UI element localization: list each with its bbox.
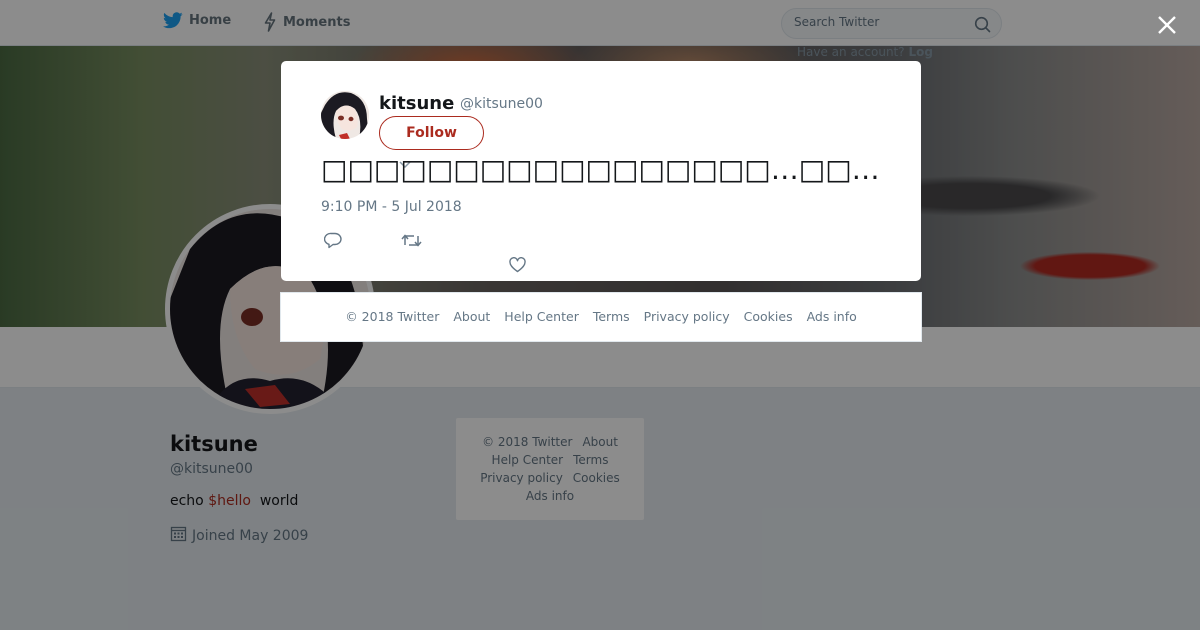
footer-terms-link[interactable]: Terms [593,309,630,324]
retweet-icon[interactable] [401,233,422,252]
footer-cookies-link[interactable]: Cookies [744,309,793,324]
close-icon[interactable] [1155,13,1179,37]
tweet-modal: kitsune @kitsune00 Follow □□□□□□□□□□□□□□… [281,61,921,281]
footer-help-link[interactable]: Help Center [504,309,579,324]
tweet-timestamp[interactable]: 9:10 PM - 5 Jul 2018 [321,199,462,215]
tweet-author-avatar[interactable] [321,91,369,139]
footer-copyright: © 2018 Twitter [345,309,440,324]
footer-about-link[interactable]: About [453,309,490,324]
avatar-thumbnail [321,91,369,139]
tweet-text: □□□□□□□□□□□□□□□□□…□□… [321,153,880,186]
tweet-author-name[interactable]: kitsune [379,93,454,114]
reply-icon[interactable] [323,232,342,253]
follow-button[interactable]: Follow [379,116,484,150]
tweet-author-handle[interactable]: @kitsune00 [460,96,543,112]
footer-ads-link[interactable]: Ads info [807,309,857,324]
footer-privacy-link[interactable]: Privacy policy [644,309,730,324]
heart-icon[interactable] [509,257,526,277]
modal-footer: © 2018 Twitter About Help Center Terms P… [280,292,922,342]
